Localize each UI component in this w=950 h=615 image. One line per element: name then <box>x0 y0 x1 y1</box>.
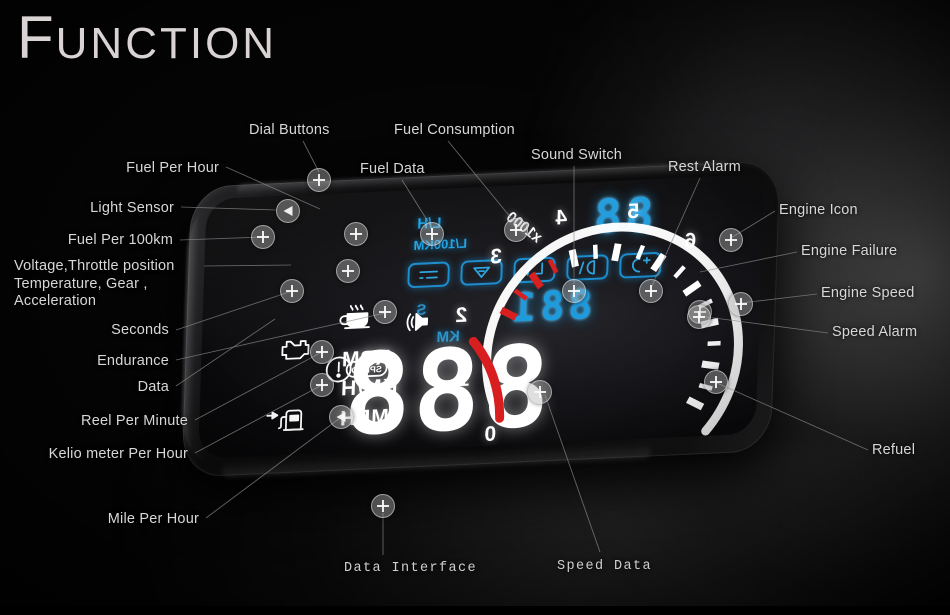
callout-label-line: Voltage,Throttle position <box>14 258 175 274</box>
callout-label-engine-failure: Engine Failure <box>801 243 898 259</box>
refuel-icon <box>265 407 306 435</box>
callout-label-refuel: Refuel <box>872 442 916 458</box>
callout-label-kelio-meter: Kelio meter Per Hour <box>48 446 188 462</box>
light-sensor-marker[interactable] <box>276 199 300 223</box>
speed-alarm-marker[interactable] <box>687 305 711 329</box>
callout-label-data-interface: Data Interface <box>344 561 478 576</box>
callout-label-light-sensor: Light Sensor <box>90 200 174 216</box>
callout-label-dial-buttons: Dial Buttons <box>249 122 330 138</box>
callout-label-mile-per-hour: Mile Per Hour <box>107 511 199 527</box>
dial-buttons-marker[interactable] <box>307 168 331 192</box>
callout-label-sound-switch: Sound Switch <box>531 147 623 163</box>
sound-icon <box>406 310 437 333</box>
refuel-marker[interactable] <box>704 370 728 394</box>
data-interface-marker[interactable] <box>371 494 395 518</box>
coffee-cup-icon <box>337 300 374 332</box>
callout-label-data: Data <box>137 379 169 395</box>
kelio-meter-marker[interactable] <box>310 373 334 397</box>
seconds-marker[interactable] <box>280 279 304 303</box>
sound-switch-marker[interactable] <box>562 279 586 303</box>
callout-label-line: Temperature, Gear , <box>14 275 148 292</box>
callout-label-seconds: Seconds <box>111 322 169 338</box>
bottom-letterbox-bar <box>0 606 950 615</box>
callout-label-reel-per-minute: Reel Per Minute <box>81 413 188 429</box>
callout-label-fuel-data: Fuel Data <box>360 161 425 177</box>
voltage-throttle-marker[interactable] <box>336 259 360 283</box>
page-title-rest: UNCTION <box>55 19 278 68</box>
fuel-per-hour-marker[interactable] <box>344 222 368 246</box>
reel-per-minute-marker[interactable] <box>310 340 334 364</box>
callout-label-fuel-consumption: Fuel Consumption <box>394 122 515 138</box>
callout-label-fuel-per-hour: Fuel Per Hour <box>126 160 219 176</box>
scene: 88 881 L/H L/100KM S KM 888 RPM KM/H MPH… <box>0 0 950 615</box>
engine-speed-marker[interactable] <box>729 292 753 316</box>
check-engine-icon <box>278 336 313 362</box>
fuel-data-marker[interactable] <box>420 222 444 246</box>
page-title: FUNCTION <box>17 8 277 68</box>
svg-text:SPEED: SPEED <box>351 364 382 375</box>
page-title-initial: F <box>17 4 56 71</box>
speed-data-marker[interactable] <box>528 380 552 404</box>
rest-alarm-marker[interactable] <box>639 279 663 303</box>
callout-label-line: Acceleration <box>14 293 97 310</box>
callout-label-rest-alarm: Rest Alarm <box>668 159 741 175</box>
mile-per-hour-marker[interactable] <box>329 405 353 429</box>
callout-label-speed-alarm: Speed Alarm <box>832 324 918 340</box>
callout-label-fuel-per-100km: Fuel Per 100km <box>67 232 173 248</box>
callout-label-voltage-throttle: Voltage,Throttle position Temperature, Ge… <box>14 258 214 311</box>
callout-label-endurance: Endurance <box>97 353 169 369</box>
callout-label-engine-speed: Engine Speed <box>821 285 915 301</box>
fuel-per-100km-marker[interactable] <box>251 225 275 249</box>
engine-icon-marker[interactable] <box>719 228 743 252</box>
fuel-consumption-marker[interactable] <box>504 218 528 242</box>
data-marker[interactable] <box>373 300 397 324</box>
callout-label-speed-data: Speed Data <box>557 559 653 574</box>
callout-label-engine-icon: Engine Icon <box>779 202 858 218</box>
